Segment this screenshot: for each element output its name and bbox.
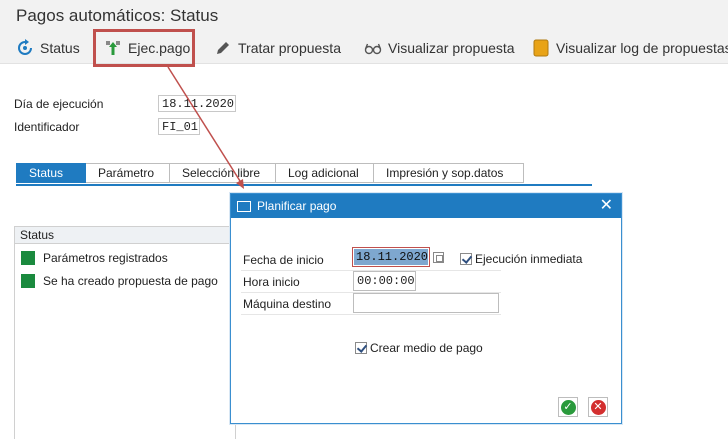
fecha-inicio-label: Fecha de inicio <box>243 253 324 267</box>
dialog-icon <box>237 200 251 212</box>
maquina-destino-label: Máquina destino <box>243 297 332 311</box>
cancel-button[interactable]: ✕ <box>588 397 608 417</box>
fecha-inicio-value: 18.11.2020 <box>354 249 429 265</box>
close-icon[interactable]: ✕ <box>600 198 613 214</box>
fecha-inicio-field[interactable]: 18.11.2020 <box>352 247 430 267</box>
hora-inicio-label: Hora inicio <box>243 275 300 289</box>
checkbox-checked-icon <box>460 253 472 265</box>
dialog-header: Planificar pago ✕ <box>231 194 621 218</box>
crear-medio-pago-label: Crear medio de pago <box>370 341 483 355</box>
maquina-destino-field[interactable] <box>353 293 499 313</box>
planificar-pago-dialog: Planificar pago ✕ Fecha de inicio 18.11.… <box>230 193 622 424</box>
confirm-button[interactable]: ✓ <box>558 397 578 417</box>
value-help-icon[interactable] <box>433 252 444 263</box>
ejecucion-inmediata-checkbox[interactable]: Ejecución inmediata <box>460 252 582 266</box>
ejecucion-inmediata-label: Ejecución inmediata <box>475 252 583 266</box>
crear-medio-pago-checkbox[interactable]: Crear medio de pago <box>355 341 483 355</box>
checkmark-icon: ✓ <box>560 399 576 415</box>
dialog-title: Planificar pago <box>257 199 337 213</box>
hora-inicio-field[interactable]: 00:00:00 <box>353 271 416 291</box>
cancel-x-icon: ✕ <box>590 399 606 415</box>
divider <box>241 314 501 315</box>
checkbox-checked-icon <box>355 342 367 354</box>
